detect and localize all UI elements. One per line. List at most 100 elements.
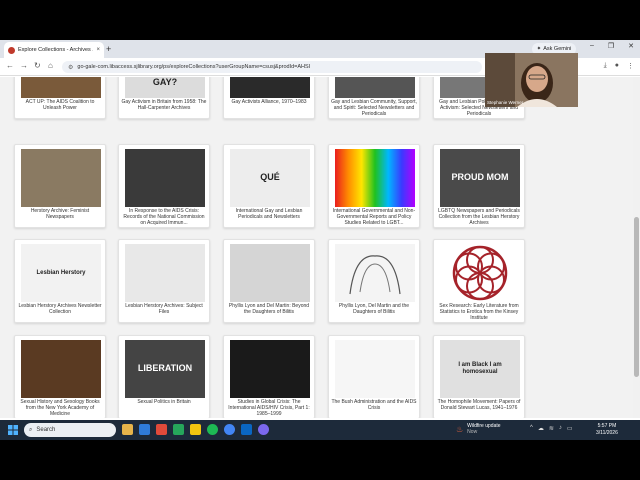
tab-close-icon[interactable]: × [96, 47, 100, 53]
collection-thumbnail[interactable]: LIBERATION [125, 340, 205, 398]
collection-thumbnail[interactable]: I am Black I am homosexual [440, 340, 520, 398]
collection-title[interactable]: Gay and Lesbian Community, Support, and … [331, 99, 417, 117]
chevron-up-icon[interactable]: ^ [530, 425, 533, 432]
collection-card[interactable]: International Governmental and Non-Gover… [328, 144, 420, 228]
collection-thumbnail[interactable] [230, 340, 310, 398]
collection-thumbnail[interactable] [440, 244, 520, 302]
collection-title[interactable]: Phyllis Lyon, Del Martin and the Daughte… [331, 303, 417, 315]
collection-title[interactable]: Studies in Global Crisis: The Internatio… [226, 399, 312, 417]
chrome-icon[interactable] [224, 424, 235, 435]
menu-icon[interactable]: ⋮ [627, 62, 634, 70]
collection-thumbnail[interactable] [125, 149, 205, 207]
collection-card[interactable]: Lesbian Herstory Archives: Subject Files [118, 239, 210, 323]
forward-arrow-icon[interactable]: → [20, 61, 28, 70]
collection-card[interactable]: Lesbian Herstory Lesbian Herstory Archive… [14, 239, 106, 323]
windows-start-icon[interactable] [8, 425, 18, 435]
home-icon[interactable]: ⌂ [48, 61, 53, 70]
collection-title[interactable]: LGBTQ Newspapers and Periodicals Collect… [436, 208, 522, 226]
taskbar-clock[interactable]: 5:57 PM 3/11/2026 [596, 423, 618, 436]
reload-icon[interactable]: ↻ [34, 61, 41, 70]
spotify-icon[interactable] [207, 424, 218, 435]
collection-thumbnail[interactable] [21, 340, 101, 398]
address-bar[interactable]: ⚙ go-gale-com.libaccess.sjlibrary.org/ps… [62, 61, 482, 73]
thumbnail-text: Lesbian Herstory [36, 269, 86, 276]
collection-card[interactable]: GAY? Gay Activism in Britain from 1958: T… [118, 77, 210, 119]
collection-title[interactable]: International Gay and Lesbian Periodical… [226, 208, 312, 220]
site-info-icon[interactable]: ⚙ [68, 64, 73, 71]
collection-thumbnail[interactable] [335, 340, 415, 398]
collection-thumbnail[interactable]: PROUD MOM [440, 149, 520, 207]
collection-title[interactable]: The Bush Administration and the AIDS Cri… [331, 399, 417, 411]
download-icon[interactable]: ⤓ [604, 62, 607, 70]
collection-thumbnail[interactable] [21, 149, 101, 207]
collection-thumbnail[interactable]: Lesbian Herstory [21, 244, 101, 302]
teams-icon[interactable] [258, 424, 269, 435]
collection-title[interactable]: Lesbian Herstory Archives Newsletter Col… [17, 303, 103, 315]
wifi-icon[interactable]: ≋ [549, 425, 554, 432]
collection-thumbnail[interactable] [335, 77, 415, 98]
maximize-icon[interactable]: ❐ [608, 42, 614, 50]
collection-title[interactable]: Phyllis Lyon and Del Martin: Beyond the … [226, 303, 312, 315]
collection-thumbnail[interactable] [335, 149, 415, 207]
browser-tab[interactable]: Explore Collections - Archives ... × [4, 42, 104, 58]
collection-title[interactable]: Sexual Politics in Britain [121, 399, 207, 405]
excel-icon[interactable] [173, 424, 184, 435]
minimize-icon[interactable]: – [590, 42, 594, 50]
collection-title[interactable]: Herstory Archive: Feminist Newspapers [17, 208, 103, 220]
collection-card[interactable]: QUÉ International Gay and Lesbian Periodi… [223, 144, 315, 228]
taskbar-search[interactable]: ⌕ Search [24, 423, 116, 437]
collection-card[interactable]: ACT UP: The AIDS Coalition to Unleash Po… [14, 77, 106, 119]
collection-card[interactable]: Phyllis Lyon and Del Martin: Beyond the … [223, 239, 315, 323]
collection-title[interactable]: International Governmental and Non-Gover… [331, 208, 417, 226]
powerpoint-icon[interactable] [156, 424, 167, 435]
collection-card[interactable]: In Response to the AIDS Crisis: Records … [118, 144, 210, 228]
collection-card[interactable]: Sexual History and Sexology Books from t… [14, 335, 106, 418]
collection-thumbnail[interactable] [21, 77, 101, 98]
scrollbar-thumb[interactable] [634, 217, 639, 377]
battery-icon[interactable]: ▭ [567, 425, 573, 432]
collection-thumbnail[interactable]: QUÉ [230, 149, 310, 207]
collection-title[interactable]: Gay Activists Alliance, 1970–1983 [226, 99, 312, 105]
search-icon: ⌕ [29, 426, 33, 433]
zoom-icon[interactable] [241, 424, 252, 435]
collection-title[interactable]: Lesbian Herstory Archives: Subject Files [121, 303, 207, 315]
system-tray: ^ ☁ ≋ ♪ ▭ [530, 425, 573, 432]
collection-title[interactable]: Sexual History and Sexology Books from t… [17, 399, 103, 417]
profile-icon[interactable]: ● [615, 62, 619, 70]
collection-card[interactable]: I am Black I am homosexual The Homophile … [433, 335, 525, 418]
close-window-icon[interactable]: ✕ [628, 42, 634, 50]
collection-thumbnail[interactable] [230, 244, 310, 302]
collection-card[interactable]: Gay Activists Alliance, 1970–1983 [223, 77, 315, 119]
fire-icon: ♨ [456, 424, 464, 434]
cloud-icon[interactable]: ☁ [538, 425, 544, 432]
desktop-screen: Explore Collections - Archives ... × + ✦… [0, 40, 640, 440]
collection-title[interactable]: Sex Research: Early Literature from Stat… [436, 303, 522, 321]
collection-card[interactable]: PROUD MOM LGBTQ Newspapers and Periodical… [433, 144, 525, 228]
volume-icon[interactable]: ♪ [559, 425, 562, 432]
collections-grid: ACT UP: The AIDS Coalition to Unleash Po… [0, 77, 640, 418]
new-tab-button[interactable]: + [106, 43, 111, 55]
word-icon[interactable] [139, 424, 150, 435]
collection-card[interactable]: Sex Research: Early Literature from Stat… [433, 239, 525, 323]
collection-card[interactable]: Herstory Archive: Feminist Newspapers [14, 144, 106, 228]
collection-thumbnail[interactable]: GAY? [125, 77, 205, 98]
collection-card[interactable]: Gay and Lesbian Community, Support, and … [328, 77, 420, 119]
sticky-notes-icon[interactable] [190, 424, 201, 435]
collection-card[interactable]: The Bush Administration and the AIDS Cri… [328, 335, 420, 418]
news-notification[interactable]: ♨ Wildfire update Now [456, 423, 501, 435]
collection-title[interactable]: ACT UP: The AIDS Coalition to Unleash Po… [17, 99, 103, 111]
collection-thumbnail[interactable] [230, 77, 310, 98]
back-arrow-icon[interactable]: ← [6, 61, 14, 70]
collection-title[interactable]: Gay Activism in Britain from 1958: The H… [121, 99, 207, 111]
collection-card[interactable]: Phyllis Lyon, Del Martin and the Daughte… [328, 239, 420, 323]
collection-thumbnail[interactable] [125, 244, 205, 302]
collection-thumbnail[interactable] [335, 244, 415, 302]
collection-card[interactable]: LIBERATION Sexual Politics in Britain [118, 335, 210, 418]
window-controls: – ❐ ✕ [590, 42, 634, 50]
collection-card[interactable]: Studies in Global Crisis: The Internatio… [223, 335, 315, 418]
thumbnail-text: PROUD MOM [451, 172, 509, 183]
file-explorer-icon[interactable] [122, 424, 133, 435]
collection-title[interactable]: In Response to the AIDS Crisis: Records … [121, 208, 207, 226]
page-scrollbar[interactable] [633, 77, 640, 418]
collection-title[interactable]: The Homophile Movement: Papers of Donald… [436, 399, 522, 411]
